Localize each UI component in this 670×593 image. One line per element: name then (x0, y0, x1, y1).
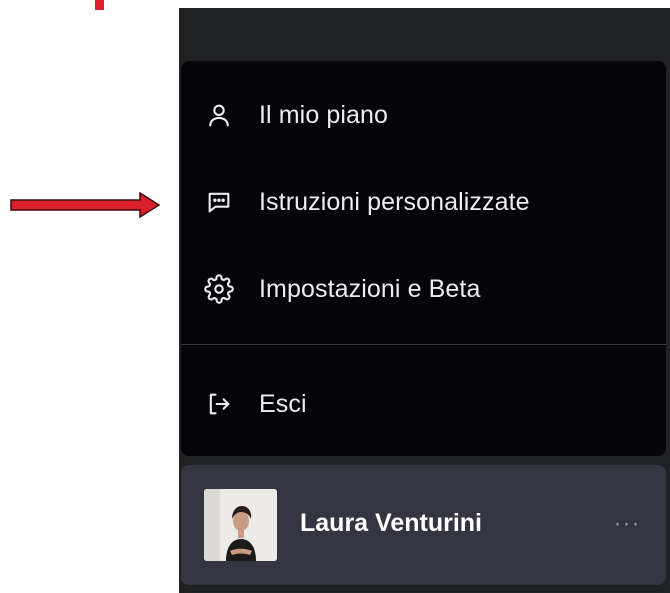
menu-item-label: Istruzioni personalizzate (259, 187, 530, 216)
menu-item-logout[interactable]: Esci (181, 362, 666, 446)
more-options-icon[interactable]: ··· (612, 509, 642, 539)
annotation-mark (95, 0, 104, 10)
menu-item-custom-instructions[interactable]: Istruzioni personalizzate (181, 160, 666, 244)
gear-icon (203, 273, 235, 305)
menu-item-label: Esci (259, 389, 307, 418)
avatar (204, 489, 277, 561)
menu-item-label: Il mio piano (259, 100, 389, 129)
logout-icon (203, 388, 235, 420)
menu-divider (181, 344, 666, 345)
menu-item-my-plan[interactable]: Il mio piano (181, 73, 666, 157)
menu-item-label: Impostazioni e Beta (259, 274, 481, 303)
user-profile-button[interactable]: Laura Venturini ··· (181, 465, 666, 585)
user-name: Laura Venturini (300, 509, 482, 537)
user-menu: Il mio piano Istruzioni personalizzate I… (181, 61, 666, 456)
user-icon (203, 99, 235, 131)
annotation-arrow (10, 192, 160, 218)
menu-item-settings-beta[interactable]: Impostazioni e Beta (181, 247, 666, 331)
chat-bubble-icon (203, 186, 235, 218)
